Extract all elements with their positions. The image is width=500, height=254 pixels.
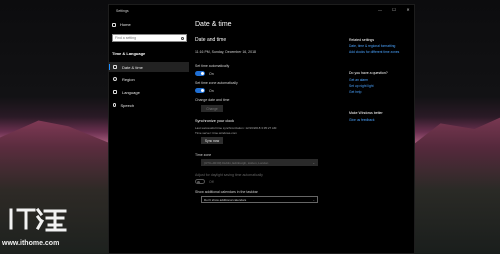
ithome-logo	[9, 207, 67, 232]
window-controls: — ☐ ✕	[376, 7, 412, 12]
sidebar-item-label: Date & time	[122, 64, 143, 70]
set-time-auto-toggle[interactable]	[195, 71, 205, 76]
toggle-state: On	[209, 71, 214, 76]
set-time-auto-label: Set time automatically	[195, 64, 230, 68]
change-date-button[interactable]: Change	[201, 105, 223, 112]
time-server-text: Time server: time.windows.com	[195, 131, 237, 135]
dst-toggle[interactable]	[195, 179, 205, 184]
watermark-url: www.ithome.com	[2, 240, 60, 247]
nav-home[interactable]: Home	[112, 22, 131, 27]
calendars-value: Don't show additional calendars	[204, 197, 247, 202]
time-zone-select[interactable]: (UTC+00:00) Dublin, Edinburgh, Lisbon, L…	[201, 159, 318, 166]
dst-label: Adjust for daylight saving time automati…	[195, 173, 263, 177]
set-timezone-auto-label: Set time zone automatically	[195, 81, 238, 85]
sidebar-item-label: Speech	[120, 102, 135, 108]
sidebar-item-region[interactable]: Region	[109, 74, 189, 84]
globe-icon	[113, 77, 117, 81]
sidebar-item-label: Region	[122, 76, 135, 82]
maximize-button[interactable]: ☐	[390, 7, 398, 12]
link-get-alarm[interactable]: Get an alarm	[349, 78, 368, 82]
main-content: Date & time Date and time 11:16 PM, Sund…	[195, 16, 335, 254]
link-date-time-regional[interactable]: Date, time & regional formatting	[349, 44, 395, 48]
window-title: Settings	[116, 8, 129, 13]
minimize-button[interactable]: —	[376, 7, 384, 12]
current-date-time: 11:16 PM, Sunday, December 16, 2018	[195, 50, 256, 54]
dst-toggle-row: Off	[195, 179, 214, 184]
right-panel: Related settings Date, time & regional f…	[349, 16, 411, 254]
set-timezone-auto-toggle[interactable]	[195, 88, 205, 93]
last-sync-text: Last successful time synchronization: 12…	[195, 126, 277, 130]
sidebar-item-date-time[interactable]: Date & time	[109, 62, 189, 72]
link-get-help[interactable]: Get help	[349, 90, 361, 94]
question-heading: Do you have a question?	[349, 71, 388, 75]
wallpaper-mountain-right	[415, 117, 500, 254]
link-night-light[interactable]: Set up night light	[349, 84, 374, 88]
home-icon	[112, 22, 116, 27]
chevron-down-icon: ⌄	[312, 160, 315, 165]
related-settings-heading: Related settings	[349, 38, 375, 42]
sync-now-button[interactable]: Sync now	[201, 137, 223, 144]
search-placeholder: Find a setting	[115, 36, 137, 40]
link-add-clocks[interactable]: Add clocks for different time zones	[349, 50, 399, 54]
section-title: Date and time	[195, 37, 227, 43]
sync-heading: Synchronize your clock	[195, 119, 235, 123]
language-icon	[113, 90, 117, 94]
time-zone-label: Time zone	[195, 153, 212, 157]
settings-window: Settings — ☐ ✕ Home Find a setting Time …	[108, 4, 415, 254]
nav-home-label: Home	[120, 22, 131, 27]
sidebar-item-language[interactable]: Language	[109, 87, 189, 97]
search-icon	[181, 36, 184, 40]
set-time-auto-toggle-row: On	[195, 71, 214, 76]
nav-section-title: Time & Language	[112, 51, 146, 56]
search-input[interactable]: Find a setting	[112, 34, 187, 42]
set-timezone-auto-toggle-row: On	[195, 88, 214, 93]
link-give-feedback[interactable]: Give us feedback	[349, 118, 374, 122]
change-date-label: Change date and time	[195, 98, 230, 102]
toggle-state: Off	[209, 179, 214, 184]
calendars-select[interactable]: Don't show additional calendars ⌄	[201, 196, 318, 203]
make-windows-better-heading: Make Windows better	[349, 111, 383, 115]
close-button[interactable]: ✕	[404, 7, 412, 12]
microphone-icon	[113, 103, 116, 107]
sidebar-item-label: Language	[122, 89, 140, 95]
toggle-state: On	[209, 88, 214, 93]
calendar-icon	[113, 65, 117, 69]
chevron-down-icon: ⌄	[312, 197, 315, 202]
left-navigation: Home Find a setting Time & Language Date…	[109, 16, 189, 254]
title-bar[interactable]: Settings — ☐ ✕	[109, 5, 414, 16]
time-zone-value: (UTC+00:00) Dublin, Edinburgh, Lisbon, L…	[204, 160, 269, 165]
calendars-label: Show additional calendars in the taskbar	[195, 190, 258, 194]
page-title: Date & time	[195, 21, 232, 28]
sidebar-item-speech[interactable]: Speech	[109, 100, 189, 110]
